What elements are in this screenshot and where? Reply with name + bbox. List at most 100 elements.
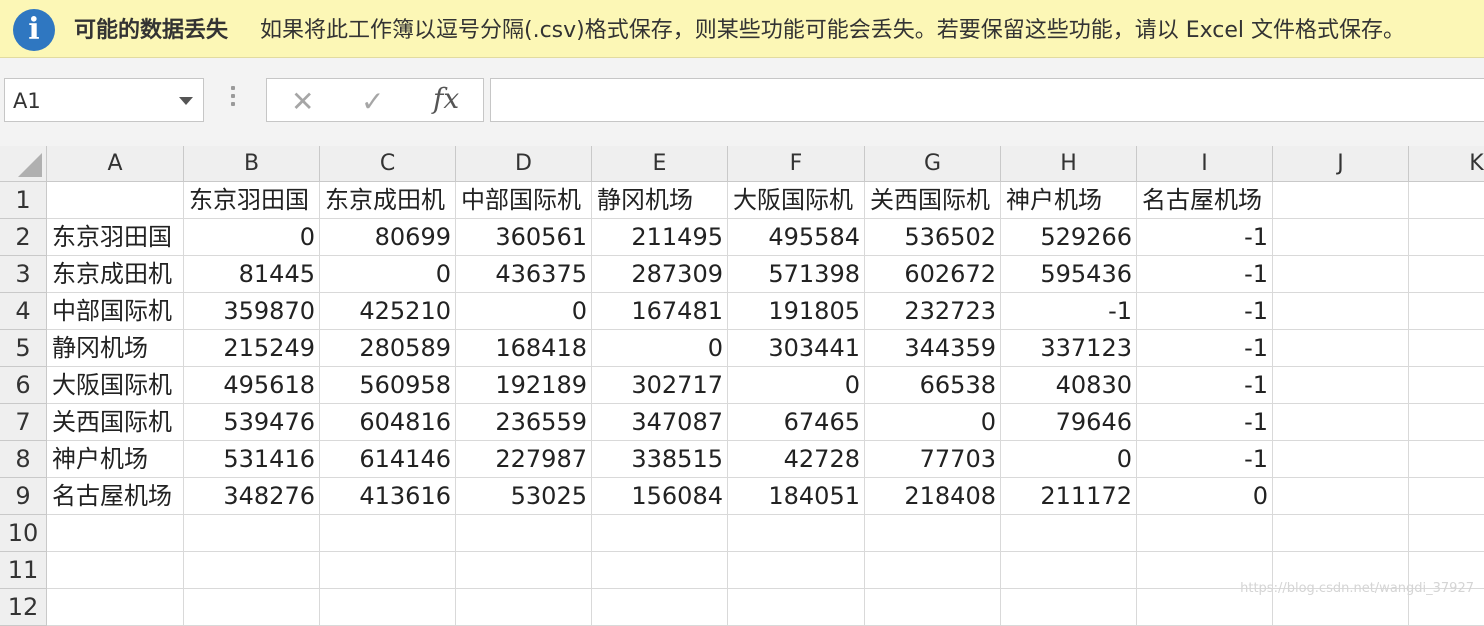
cell-I6[interactable]: -1 (1137, 367, 1273, 404)
cell-G10[interactable] (865, 515, 1001, 552)
cell-C8[interactable]: 614146 (320, 441, 456, 478)
cell-H3[interactable]: 595436 (1001, 256, 1137, 293)
cell-I9[interactable]: 0 (1137, 478, 1273, 515)
cell-B4[interactable]: 359870 (184, 293, 320, 330)
cell-D3[interactable]: 436375 (456, 256, 592, 293)
cell-J2[interactable] (1273, 219, 1409, 256)
row-header-1[interactable]: 1 (0, 182, 47, 219)
cell-B1[interactable]: 东京羽田国 (184, 182, 320, 219)
cell-D10[interactable] (456, 515, 592, 552)
cell-C5[interactable]: 280589 (320, 330, 456, 367)
cell-F1[interactable]: 大阪国际机 (728, 182, 865, 219)
cell-H2[interactable]: 529266 (1001, 219, 1137, 256)
cell-E9[interactable]: 156084 (592, 478, 728, 515)
column-header-E[interactable]: E (592, 146, 728, 182)
cell-A5[interactable]: 静冈机场 (47, 330, 184, 367)
cell-H9[interactable]: 211172 (1001, 478, 1137, 515)
row-header-6[interactable]: 6 (0, 367, 47, 404)
cell-G5[interactable]: 344359 (865, 330, 1001, 367)
cell-G1[interactable]: 关西国际机 (865, 182, 1001, 219)
row-header-7[interactable]: 7 (0, 404, 47, 441)
cell-I4[interactable]: -1 (1137, 293, 1273, 330)
cell-F5[interactable]: 303441 (728, 330, 865, 367)
cell-C11[interactable] (320, 552, 456, 589)
cell-D5[interactable]: 168418 (456, 330, 592, 367)
cell-A12[interactable] (47, 589, 184, 626)
cell-D11[interactable] (456, 552, 592, 589)
cell-I10[interactable] (1137, 515, 1273, 552)
cell-D12[interactable] (456, 589, 592, 626)
cell-H10[interactable] (1001, 515, 1137, 552)
cell-G7[interactable]: 0 (865, 404, 1001, 441)
cell-J7[interactable] (1273, 404, 1409, 441)
row-header-5[interactable]: 5 (0, 330, 47, 367)
cell-A1[interactable] (47, 182, 184, 219)
cell-D9[interactable]: 53025 (456, 478, 592, 515)
enter-icon[interactable]: ✓ (361, 85, 384, 118)
cell-D1[interactable]: 中部国际机 (456, 182, 592, 219)
cell-K10[interactable] (1409, 515, 1484, 552)
cell-A8[interactable]: 神户机场 (47, 441, 184, 478)
cell-A7[interactable]: 关西国际机 (47, 404, 184, 441)
cell-H7[interactable]: 79646 (1001, 404, 1137, 441)
cell-F7[interactable]: 67465 (728, 404, 865, 441)
cell-G3[interactable]: 602672 (865, 256, 1001, 293)
drag-handle-icon[interactable] (231, 86, 235, 114)
cell-E5[interactable]: 0 (592, 330, 728, 367)
cell-I3[interactable]: -1 (1137, 256, 1273, 293)
column-header-B[interactable]: B (184, 146, 320, 182)
cell-K3[interactable] (1409, 256, 1484, 293)
cell-G4[interactable]: 232723 (865, 293, 1001, 330)
cell-B9[interactable]: 348276 (184, 478, 320, 515)
cell-G11[interactable] (865, 552, 1001, 589)
cell-E8[interactable]: 338515 (592, 441, 728, 478)
cell-K5[interactable] (1409, 330, 1484, 367)
cell-B6[interactable]: 495618 (184, 367, 320, 404)
cell-A11[interactable] (47, 552, 184, 589)
cell-J8[interactable] (1273, 441, 1409, 478)
chevron-down-icon[interactable] (179, 97, 193, 105)
cell-B8[interactable]: 531416 (184, 441, 320, 478)
cell-I5[interactable]: -1 (1137, 330, 1273, 367)
column-header-H[interactable]: H (1001, 146, 1137, 182)
cell-H8[interactable]: 0 (1001, 441, 1137, 478)
cell-D6[interactable]: 192189 (456, 367, 592, 404)
cell-F10[interactable] (728, 515, 865, 552)
cell-B10[interactable] (184, 515, 320, 552)
column-header-F[interactable]: F (728, 146, 865, 182)
cell-G12[interactable] (865, 589, 1001, 626)
column-header-G[interactable]: G (865, 146, 1001, 182)
row-header-11[interactable]: 11 (0, 552, 47, 589)
cell-H12[interactable] (1001, 589, 1137, 626)
row-header-9[interactable]: 9 (0, 478, 47, 515)
column-header-A[interactable]: A (47, 146, 184, 182)
cell-C6[interactable]: 560958 (320, 367, 456, 404)
cell-F8[interactable]: 42728 (728, 441, 865, 478)
cell-F6[interactable]: 0 (728, 367, 865, 404)
cell-G8[interactable]: 77703 (865, 441, 1001, 478)
cell-A2[interactable]: 东京羽田国 (47, 219, 184, 256)
cell-B3[interactable]: 81445 (184, 256, 320, 293)
cell-D4[interactable]: 0 (456, 293, 592, 330)
cell-C12[interactable] (320, 589, 456, 626)
cell-E4[interactable]: 167481 (592, 293, 728, 330)
cell-B2[interactable]: 0 (184, 219, 320, 256)
row-header-4[interactable]: 4 (0, 293, 47, 330)
cell-G6[interactable]: 66538 (865, 367, 1001, 404)
row-header-8[interactable]: 8 (0, 441, 47, 478)
cell-C3[interactable]: 0 (320, 256, 456, 293)
cell-B5[interactable]: 215249 (184, 330, 320, 367)
cell-B11[interactable] (184, 552, 320, 589)
cell-D8[interactable]: 227987 (456, 441, 592, 478)
cell-H11[interactable] (1001, 552, 1137, 589)
cell-E1[interactable]: 静冈机场 (592, 182, 728, 219)
cell-C7[interactable]: 604816 (320, 404, 456, 441)
cell-A3[interactable]: 东京成田机 (47, 256, 184, 293)
column-header-J[interactable]: J (1273, 146, 1409, 182)
cell-A4[interactable]: 中部国际机 (47, 293, 184, 330)
cell-E12[interactable] (592, 589, 728, 626)
cell-C1[interactable]: 东京成田机 (320, 182, 456, 219)
cell-F12[interactable] (728, 589, 865, 626)
column-header-D[interactable]: D (456, 146, 592, 182)
cell-J3[interactable] (1273, 256, 1409, 293)
